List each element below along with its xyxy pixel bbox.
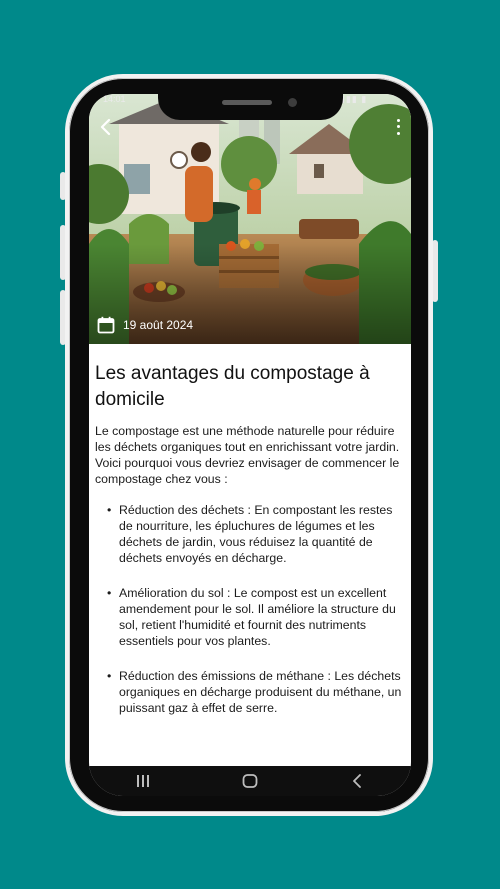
more-vert-icon[interactable] (392, 117, 404, 137)
system-nav-bar (89, 766, 411, 796)
article-title: Les avantages du compostage à domicile (95, 363, 370, 410)
list-item: • Amélioration du sol : Le compost est u… (107, 585, 407, 649)
list-item: • Réduction des émissions de méthane : L… (107, 668, 407, 716)
bullet-dot: • (107, 586, 112, 600)
back-arrow-icon[interactable] (95, 116, 117, 138)
benefits-list: • Réduction des déchets : En compostant … (95, 502, 407, 716)
notch (158, 86, 343, 120)
article-date: 19 août 2024 (97, 316, 193, 334)
bullet-text: Amélioration du sol : Le compost est un … (119, 586, 396, 648)
nav-back-icon[interactable] (337, 770, 377, 792)
article-content: Les avantages du compostage à domicile L… (95, 361, 407, 735)
bullet-dot: • (107, 669, 112, 683)
app-screen: 19 août 2024 Les avantages du compostage… (89, 94, 411, 796)
speaker (222, 100, 272, 105)
status-icons: ▮▮▮ ▮ (340, 94, 368, 104)
garden-illustration (89, 94, 411, 344)
bullet-text: Réduction des déchets : En compostant le… (119, 503, 393, 565)
bullet-dot: • (107, 503, 112, 517)
recents-icon[interactable] (123, 770, 163, 792)
article-date-text: 19 août 2024 (123, 318, 194, 332)
front-camera (288, 98, 297, 107)
bullet-text: Réduction des émissions de méthane : Les… (119, 669, 402, 715)
calendar-icon (97, 316, 115, 334)
status-time: 14:01 (103, 94, 126, 104)
list-item: • Réduction des déchets : En compostant … (107, 502, 407, 566)
home-icon[interactable] (230, 770, 270, 792)
hero-image (89, 94, 411, 344)
article-intro: Le compostage est une méthode naturelle … (95, 424, 400, 486)
